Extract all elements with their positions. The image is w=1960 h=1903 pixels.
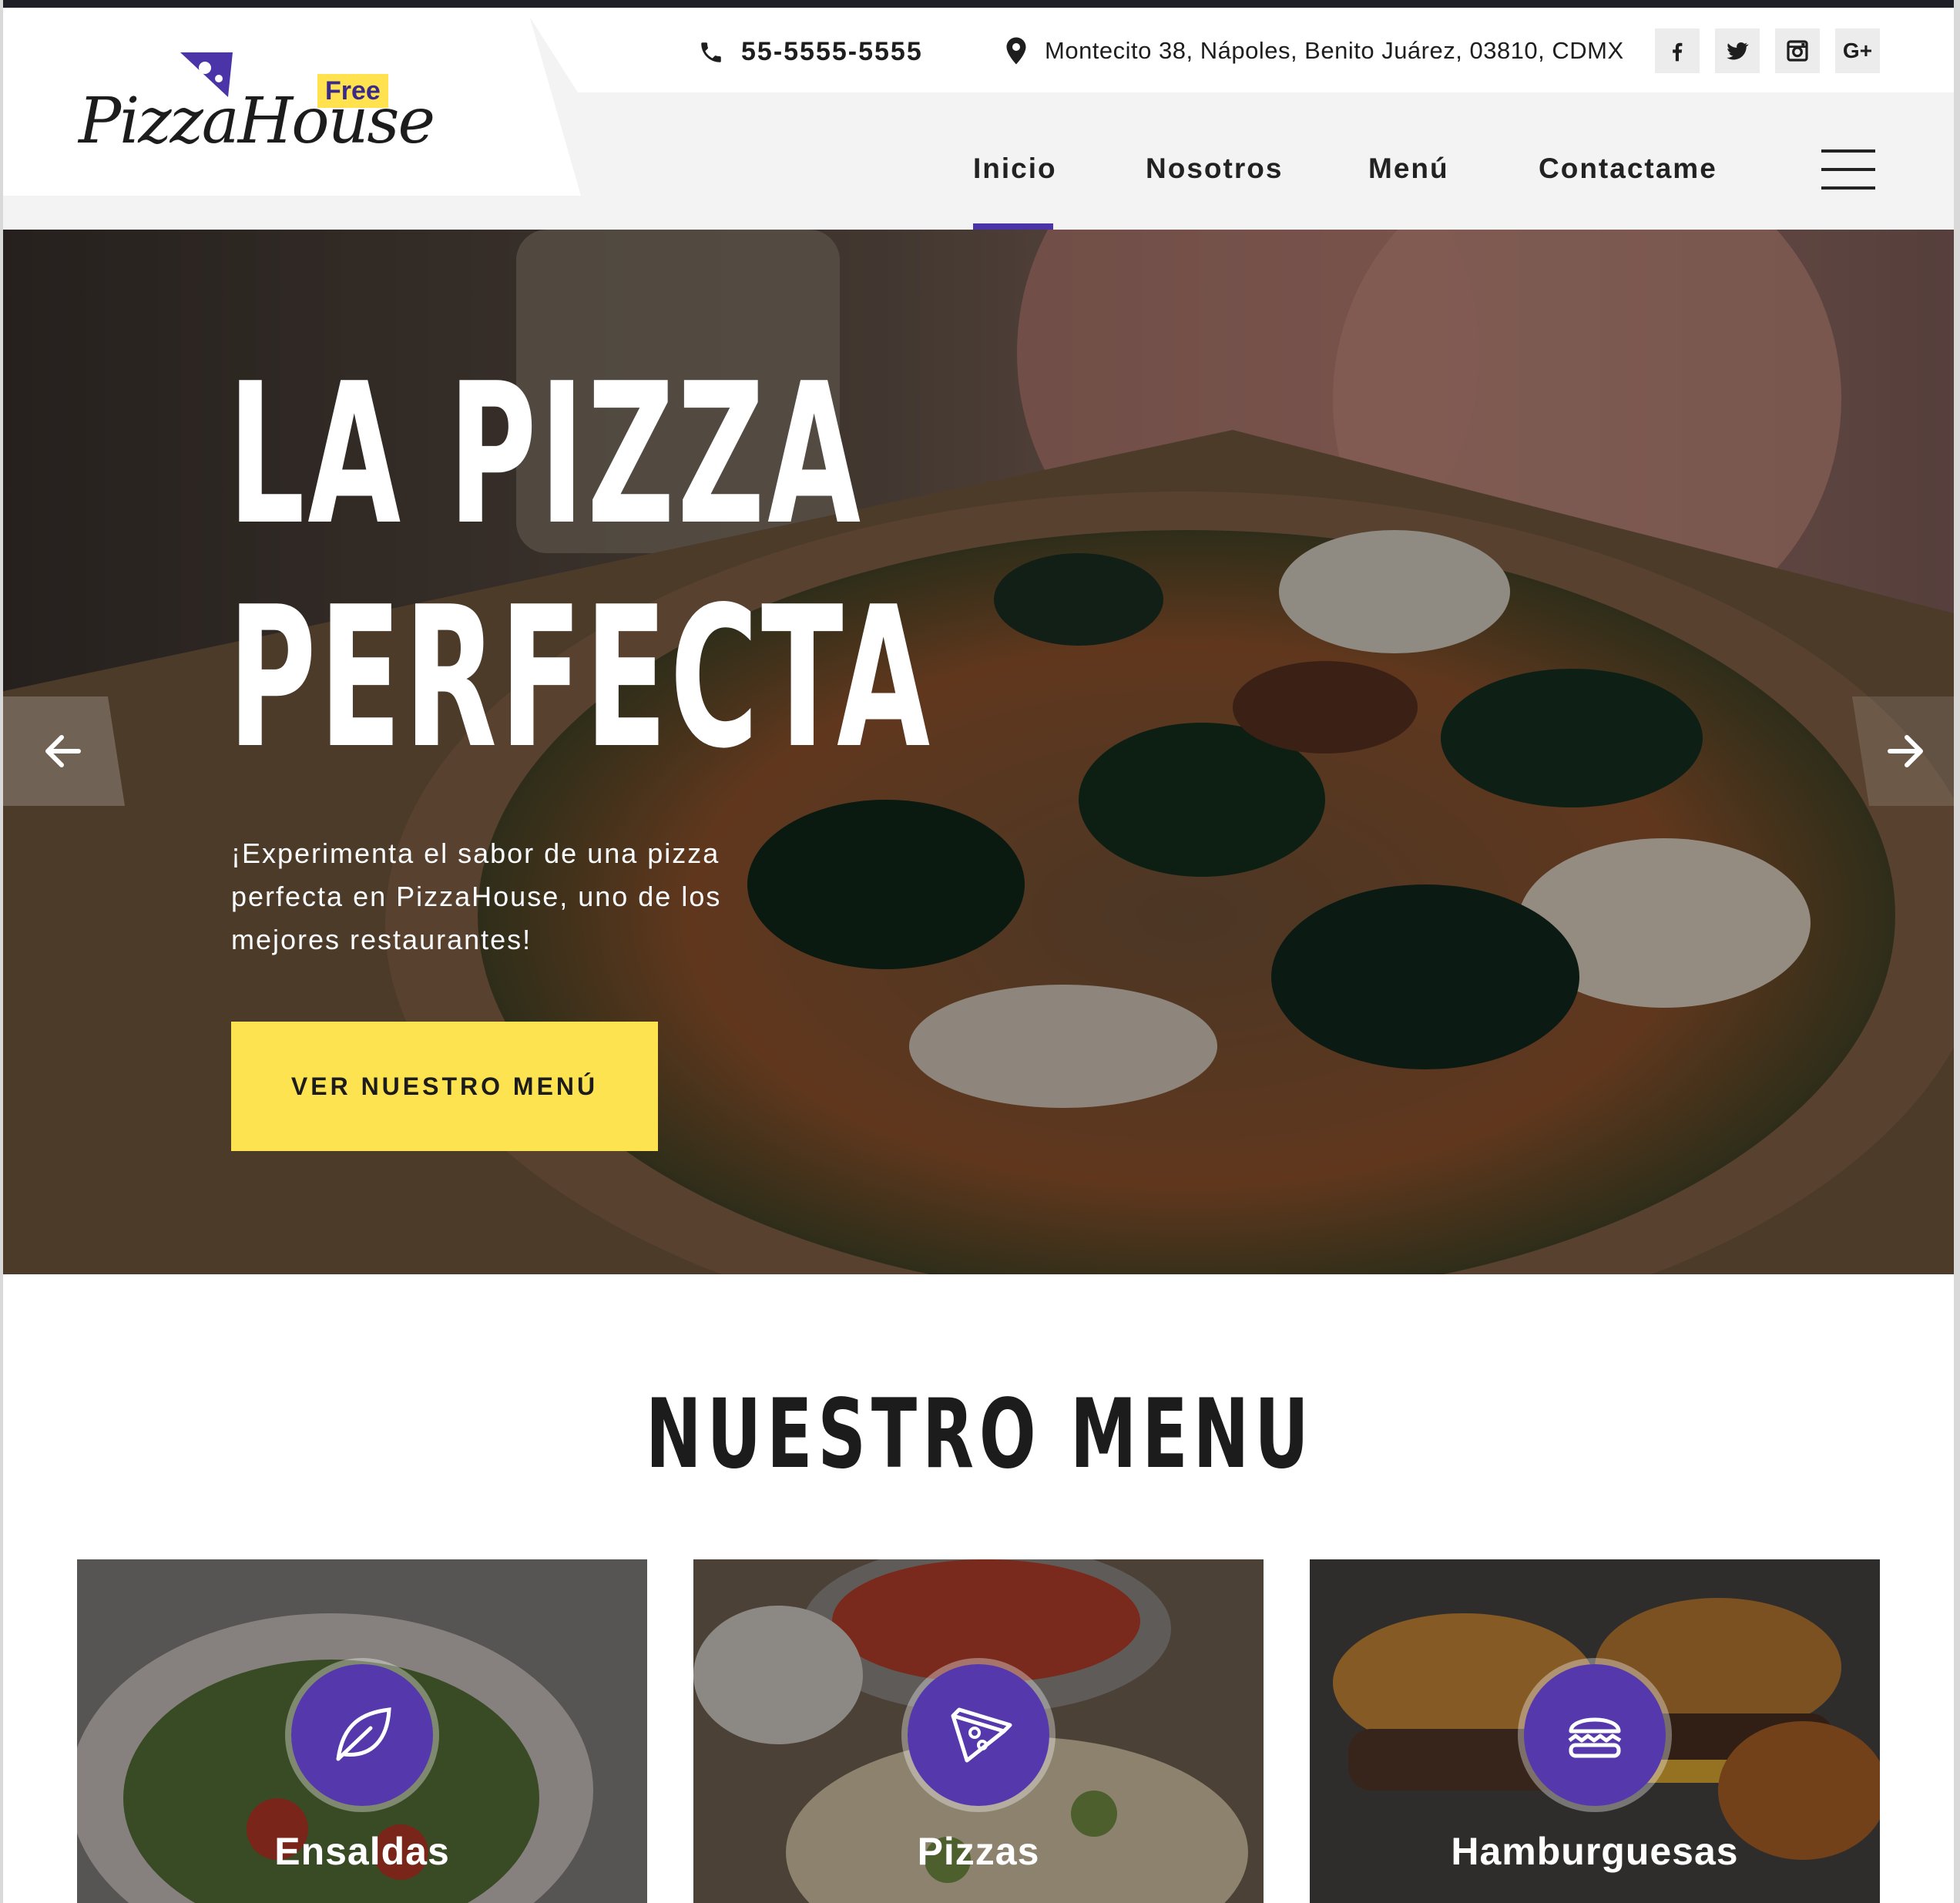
hero-title-line-1: LA PIZZA: [228, 342, 864, 568]
hero-title-line-2: PERFECTA: [228, 566, 933, 791]
category-icon-badge: [908, 1664, 1049, 1806]
page: PizzaHouse Free 55-5555-5555 Montecito 3…: [0, 0, 1960, 1903]
nav-item-contactame[interactable]: Contactame: [1539, 153, 1717, 185]
contact-phone[interactable]: 55-5555-5555: [698, 37, 923, 67]
location-pin-icon: [1006, 37, 1026, 65]
nav-active-indicator: [973, 223, 1053, 230]
twitter-link[interactable]: [1715, 29, 1760, 73]
facebook-link[interactable]: [1655, 29, 1700, 73]
window-right-border: [1954, 0, 1960, 1903]
phone-number: 55-5555-5555: [741, 37, 923, 66]
pizza-slice-icon: [951, 1707, 1012, 1763]
category-icon-badge: [1524, 1664, 1666, 1806]
nav-item-nosotros[interactable]: Nosotros: [1146, 153, 1283, 185]
phone-icon: [701, 42, 721, 62]
google-plus-icon: G+: [1842, 39, 1873, 62]
window-top-border: [0, 0, 1960, 8]
menu-card-ensaldas[interactable]: Ensaldas: [77, 1559, 647, 1903]
instagram-icon: [1787, 40, 1808, 62]
instagram-link[interactable]: [1775, 29, 1820, 73]
card-title: Pizzas: [917, 1830, 1040, 1873]
twitter-icon: [1727, 42, 1749, 60]
nav-item-menu[interactable]: Menú: [1368, 153, 1449, 185]
menu-section-heading: NUESTRO MENU: [0, 1379, 1960, 1490]
card-title: Ensaldas: [274, 1830, 450, 1873]
hero-slider: LA PIZZA PERFECTA ¡Experimenta el sabor …: [0, 230, 1960, 1274]
arrow-right-icon: [1888, 735, 1923, 767]
address-text: Montecito 38, Nápoles, Benito Juárez, 03…: [1045, 37, 1624, 64]
contact-address[interactable]: Montecito 38, Nápoles, Benito Juárez, 03…: [1005, 37, 1624, 65]
slider-prev-button[interactable]: [0, 696, 125, 806]
hero-subtitle: ¡Experimenta el sabor de una pizza perfe…: [231, 837, 722, 955]
google-plus-link[interactable]: G+: [1835, 29, 1880, 73]
menu-heading-text: NUESTRO MENU: [646, 1379, 1314, 1490]
hero-title: LA PIZZA PERFECTA: [228, 344, 933, 790]
nav-item-inicio[interactable]: Inicio: [973, 153, 1057, 185]
menu-card-pizzas[interactable]: Pizzas: [693, 1559, 1264, 1903]
window-left-border: [0, 0, 3, 1903]
slider-next-button[interactable]: [1852, 696, 1960, 806]
category-icon-badge: [291, 1664, 433, 1806]
view-menu-button[interactable]: VER NUESTRO MENÚ: [231, 1022, 658, 1151]
site-header: PizzaHouse Free 55-5555-5555 Montecito 3…: [0, 8, 1960, 230]
card-title: Hamburguesas: [1451, 1830, 1739, 1873]
hamburger-menu-button[interactable]: [1821, 149, 1875, 190]
leaf-icon: [336, 1707, 391, 1761]
main-nav: Inicio Nosotros Menú Contactame: [0, 94, 1960, 230]
facebook-icon: [1673, 42, 1683, 62]
burger-icon: [1568, 1717, 1622, 1758]
arrow-left-icon: [45, 735, 81, 767]
menu-card-hamburguesas[interactable]: Hamburguesas: [1310, 1559, 1880, 1903]
